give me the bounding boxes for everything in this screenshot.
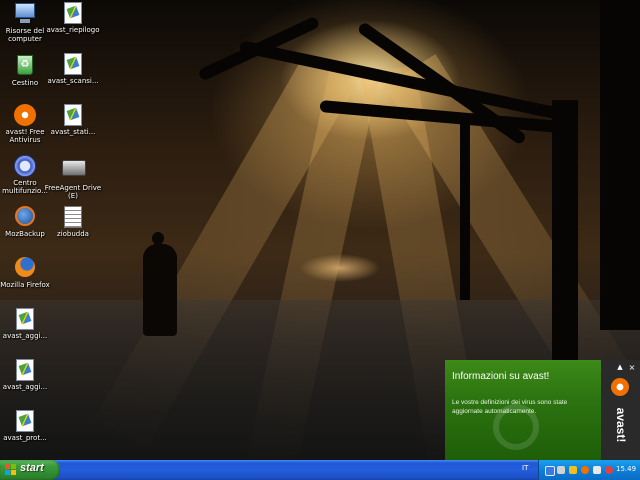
desktop-icon-label: Mozilla Firefox — [0, 281, 50, 289]
desktop-icon-mozilla-firefox[interactable]: Mozilla Firefox — [0, 257, 54, 289]
my-computer-icon — [14, 3, 36, 25]
network-icon[interactable] — [545, 466, 555, 476]
shield-icon[interactable] — [569, 466, 577, 474]
volume-icon[interactable] — [593, 466, 601, 474]
desktop-icon-label: FreeAgent Drive (E) — [44, 184, 102, 200]
drive-icon — [62, 160, 86, 182]
mozbackup-icon — [14, 206, 36, 228]
desktop-icon-label: avast_riepilogo — [46, 26, 100, 34]
desktop-icon-label: avast_stati... — [50, 128, 96, 136]
document-icon — [14, 308, 36, 330]
update-icon[interactable] — [605, 466, 613, 474]
desktop-icon-avast-riepilogo[interactable]: avast_riepilogo — [44, 2, 102, 34]
start-label: start — [20, 462, 44, 474]
desktop-icon-avast-stati[interactable]: avast_stati... — [44, 104, 102, 136]
document-icon — [62, 2, 84, 24]
desktop-icon-avast-scansi[interactable]: avast_scansi... — [44, 53, 102, 85]
walking-person — [143, 244, 177, 336]
document-icon — [62, 104, 84, 126]
centro-icon — [14, 155, 36, 177]
desktop-icon-ziobudda[interactable]: ziobudda — [44, 206, 102, 238]
recycle-bin-icon: ♻ — [14, 55, 36, 77]
avast-notification-popup[interactable]: Informazioni su avast! Le vostre definiz… — [445, 360, 640, 460]
tree-trunk — [600, 0, 640, 330]
popup-message: Le vostre definizioni dei virus sono sta… — [452, 399, 568, 415]
avast-logo-text: avast! — [614, 407, 628, 443]
desktop-icon-label: avast_prot... — [3, 434, 47, 442]
desktop-icon-avast-prot[interactable]: avast_prot... — [0, 410, 54, 442]
security-icon[interactable] — [557, 466, 565, 474]
avast-logo-icon — [611, 378, 629, 396]
desktop-icon-freeagent-drive[interactable]: FreeAgent Drive (E) — [44, 155, 102, 200]
desktop-icon-label: avast_scansi... — [47, 77, 99, 85]
taskbar: start IT 15.49 — [0, 460, 640, 480]
avast-tray-icon[interactable] — [581, 466, 589, 474]
start-button[interactable]: start — [0, 460, 60, 480]
desktop-icon-avast-aggi-2[interactable]: avast_aggi... — [0, 359, 54, 391]
desktop-icon-label: avast_aggi... — [2, 332, 48, 340]
text-file-icon — [62, 206, 84, 228]
document-icon — [14, 410, 36, 432]
close-icon[interactable]: × — [627, 363, 637, 373]
popup-content-panel: Informazioni su avast! Le vostre definiz… — [445, 360, 601, 460]
pin-icon[interactable]: ▲ — [615, 362, 625, 372]
popup-title: Informazioni su avast! — [452, 371, 550, 382]
document-icon — [14, 359, 36, 381]
desktop-icon-label: ziobudda — [57, 230, 89, 238]
desktop-icon-label: avast_aggi... — [2, 383, 48, 391]
document-icon — [62, 53, 84, 75]
desktop-icon-avast-aggi-1[interactable]: avast_aggi... — [0, 308, 54, 340]
avast-icon — [14, 104, 36, 126]
popup-brand-panel: avast! — [601, 360, 640, 460]
tree-trunk — [460, 120, 470, 300]
tree-trunk — [552, 100, 578, 360]
clock[interactable]: 15.49 — [616, 465, 636, 473]
windows-logo-icon — [5, 464, 16, 475]
firefox-icon — [14, 257, 36, 279]
language-indicator[interactable]: IT — [522, 464, 528, 472]
